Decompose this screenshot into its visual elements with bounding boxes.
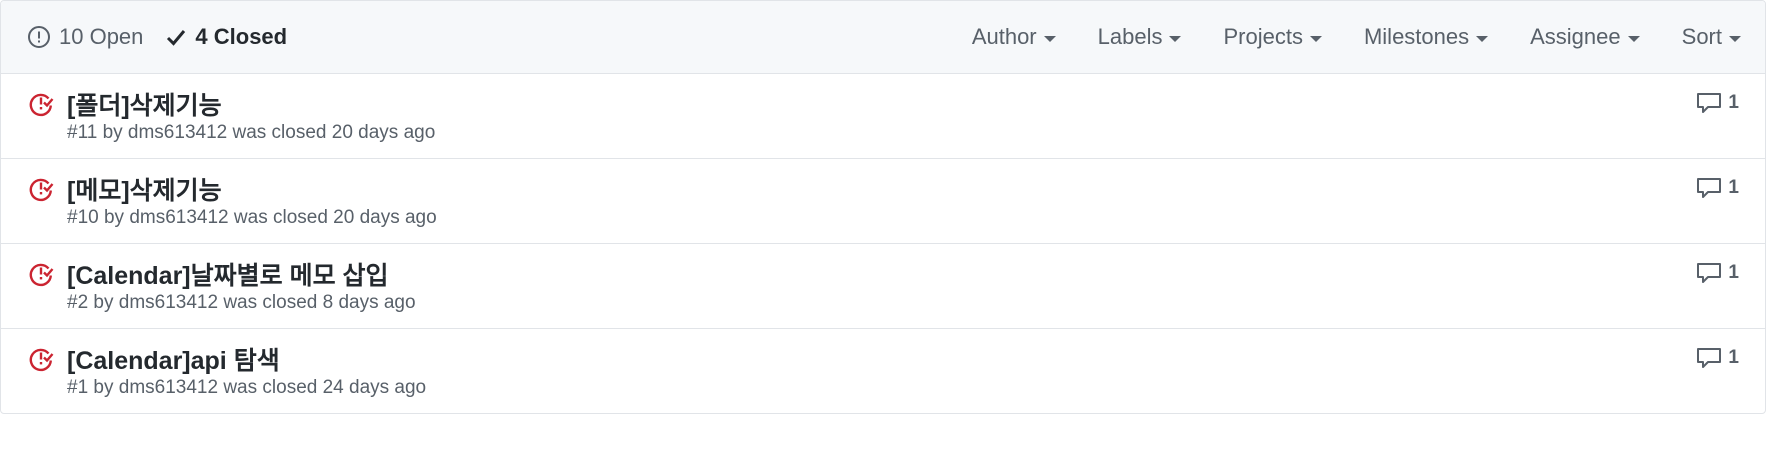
- issue-meta: #2 by dms613412 was closed 8 days ago: [67, 292, 416, 313]
- comments-link[interactable]: 1: [1696, 177, 1739, 199]
- comments-link[interactable]: 1: [1696, 347, 1739, 369]
- issues-list-header: 10 Open 4 Closed Author Labels Projects …: [1, 1, 1765, 74]
- comments-count: 1: [1728, 92, 1739, 113]
- filter-bar: Author Labels Projects Milestones Assign…: [972, 1, 1741, 73]
- open-issues-link[interactable]: 10 Open: [27, 24, 143, 50]
- author-filter[interactable]: Author: [972, 24, 1056, 50]
- comment-icon: [1697, 93, 1722, 113]
- open-issues-label: 10 Open: [59, 24, 144, 49]
- assignee-filter[interactable]: Assignee: [1530, 24, 1640, 50]
- caret-down-icon: [1627, 35, 1640, 42]
- caret-down-icon: [1476, 35, 1489, 42]
- caret-down-icon: [1169, 35, 1182, 42]
- caret-down-icon: [1309, 35, 1322, 42]
- assignee-filter-label: Assignee: [1530, 24, 1621, 49]
- issue-row[interactable]: [폴더]삭제기능 #11 by dms613412 was closed 20 …: [1, 74, 1765, 159]
- projects-filter[interactable]: Projects: [1223, 24, 1322, 50]
- issue-closed-icon: [29, 263, 54, 287]
- labels-filter-label: Labels: [1097, 24, 1163, 49]
- comment-icon: [1697, 178, 1722, 198]
- labels-filter[interactable]: Labels: [1098, 24, 1182, 50]
- issue-title-link[interactable]: [Calendar]날짜별로 메모 삽입: [67, 256, 389, 292]
- sort-filter[interactable]: Sort: [1682, 24, 1741, 50]
- comment-icon: [1697, 263, 1722, 283]
- issue-opened-icon: [28, 26, 50, 48]
- issue-row[interactable]: [Calendar]날짜별로 메모 삽입 #2 by dms613412 was…: [1, 244, 1765, 329]
- check-icon: [167, 30, 186, 46]
- issue-closed-icon: [29, 178, 54, 202]
- issue-title-link[interactable]: [폴더]삭제기능: [67, 86, 222, 122]
- issue-meta: #1 by dms613412 was closed 24 days ago: [67, 377, 427, 398]
- issue-closed-icon: [29, 348, 54, 372]
- issue-meta: #10 by dms613412 was closed 20 days ago: [67, 207, 437, 228]
- comments-count: 1: [1728, 177, 1739, 198]
- issue-meta: #11 by dms613412 was closed 20 days ago: [67, 122, 436, 143]
- caret-down-icon: [1043, 35, 1056, 42]
- projects-filter-label: Projects: [1223, 24, 1303, 49]
- state-toggle: 10 Open 4 Closed: [27, 1, 309, 73]
- closed-issues-label: 4 Closed: [195, 24, 288, 49]
- milestones-filter[interactable]: Milestones: [1363, 24, 1489, 50]
- comments-count: 1: [1728, 262, 1739, 283]
- caret-down-icon: [1729, 35, 1741, 42]
- comments-link[interactable]: 1: [1696, 92, 1739, 114]
- comment-icon: [1697, 348, 1722, 368]
- issue-row[interactable]: [메모]삭제기능 #10 by dms613412 was closed 20 …: [1, 159, 1765, 244]
- issues-list-box: 10 Open 4 Closed Author Labels Projects …: [0, 0, 1766, 414]
- comments-count: 1: [1728, 347, 1739, 368]
- closed-issues-link[interactable]: 4 Closed: [165, 24, 287, 50]
- issue-title-link[interactable]: [메모]삭제기능: [67, 171, 222, 207]
- comments-link[interactable]: 1: [1696, 262, 1739, 284]
- milestones-filter-label: Milestones: [1363, 24, 1470, 49]
- issue-title-link[interactable]: [Calendar]api 탐색: [67, 341, 280, 377]
- issue-closed-icon: [29, 93, 54, 117]
- author-filter-label: Author: [971, 24, 1037, 49]
- issue-row[interactable]: [Calendar]api 탐색 #1 by dms613412 was clo…: [1, 329, 1765, 413]
- sort-filter-label: Sort: [1681, 24, 1722, 49]
